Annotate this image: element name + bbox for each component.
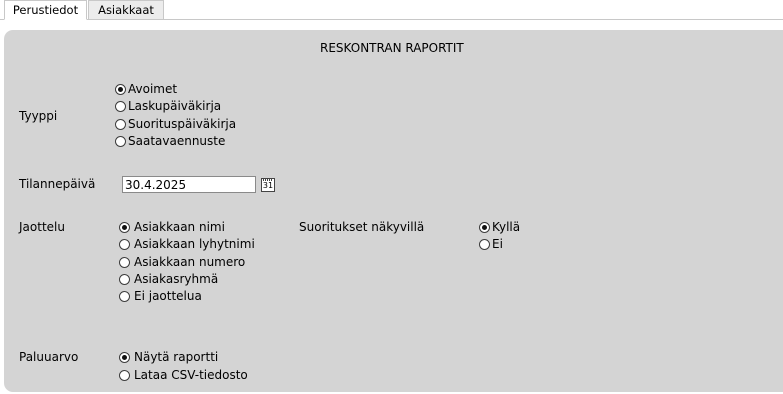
option-label: Asiakkaan numero: [134, 255, 246, 269]
option-label: Suorituspäiväkirja: [128, 117, 237, 131]
paluuarvo-option-nayta-raportti[interactable]: Näytä raportti: [119, 349, 218, 365]
radio-button[interactable]: [119, 290, 130, 302]
suoritukset-option-kylla[interactable]: Kyllä: [479, 219, 520, 235]
tab-asiakkaat[interactable]: Asiakkaat: [88, 0, 164, 20]
suoritukset-label: Suoritukset näkyvillä: [299, 220, 425, 234]
option-label: Näytä raportti: [134, 350, 219, 364]
option-label: Avoimet: [128, 82, 178, 96]
option-label: Asiakkaan lyhytnimi: [134, 237, 255, 251]
radio-button[interactable]: [115, 118, 126, 130]
jaottelu-option-asiakasryhma[interactable]: Asiakasryhmä: [119, 271, 218, 287]
jaottelu-option-asiakkaan-lyhytnimi[interactable]: Asiakkaan lyhytnimi: [119, 236, 255, 252]
option-label: Asiakasryhmä: [134, 272, 219, 286]
radio-button[interactable]: [119, 351, 130, 363]
option-label: Kyllä: [492, 220, 521, 234]
tyyppi-option-laskupaivakirja[interactable]: Laskupäiväkirja: [115, 98, 221, 114]
radio-button[interactable]: [479, 221, 490, 233]
radio-button[interactable]: [119, 273, 130, 285]
option-label: Ei: [492, 237, 503, 251]
option-label: Ei jaottelua: [134, 289, 202, 303]
jaottelu-option-asiakkaan-nimi[interactable]: Asiakkaan nimi: [119, 219, 225, 235]
calendar-day-number: 31: [262, 181, 274, 190]
radio-button[interactable]: [119, 238, 130, 250]
page-title: RESKONTRAN RAPORTIT: [320, 41, 464, 55]
tyyppi-option-avoimet[interactable]: Avoimet: [115, 81, 177, 97]
radio-button[interactable]: [115, 100, 126, 112]
suoritukset-option-ei[interactable]: Ei: [479, 236, 503, 252]
tab-bar: Perustiedot Asiakkaat: [0, 0, 783, 20]
option-label: Saatavaennuste: [128, 134, 226, 148]
tilannepaiva-date-input[interactable]: [122, 176, 256, 193]
tyyppi-label: Tyyppi: [19, 109, 58, 123]
radio-button[interactable]: [115, 135, 126, 147]
radio-button[interactable]: [115, 83, 126, 95]
option-label: Laskupäiväkirja: [128, 99, 222, 113]
option-label: Asiakkaan nimi: [134, 220, 225, 234]
tab-perustiedot[interactable]: Perustiedot: [4, 0, 87, 20]
jaottelu-label: Jaottelu: [19, 220, 65, 234]
paluuarvo-label: Paluuarvo: [19, 350, 79, 364]
jaottelu-option-ei-jaottelua[interactable]: Ei jaottelua: [119, 288, 202, 304]
calendar-icon[interactable]: 31: [261, 178, 275, 192]
jaottelu-option-asiakkaan-numero[interactable]: Asiakkaan numero: [119, 254, 245, 270]
radio-button[interactable]: [119, 221, 130, 233]
radio-button[interactable]: [119, 256, 130, 268]
radio-button[interactable]: [479, 238, 490, 250]
radio-button[interactable]: [119, 369, 130, 381]
paluuarvo-option-lataa-csv[interactable]: Lataa CSV-tiedosto: [119, 367, 248, 383]
tyyppi-option-saatavaennuste[interactable]: Saatavaennuste: [115, 133, 225, 149]
option-label: Lataa CSV-tiedosto: [134, 368, 248, 382]
tyyppi-option-suorituspaivakirja[interactable]: Suorituspäiväkirja: [115, 116, 236, 132]
tilannepaiva-label: Tilannepäivä: [19, 177, 96, 191]
